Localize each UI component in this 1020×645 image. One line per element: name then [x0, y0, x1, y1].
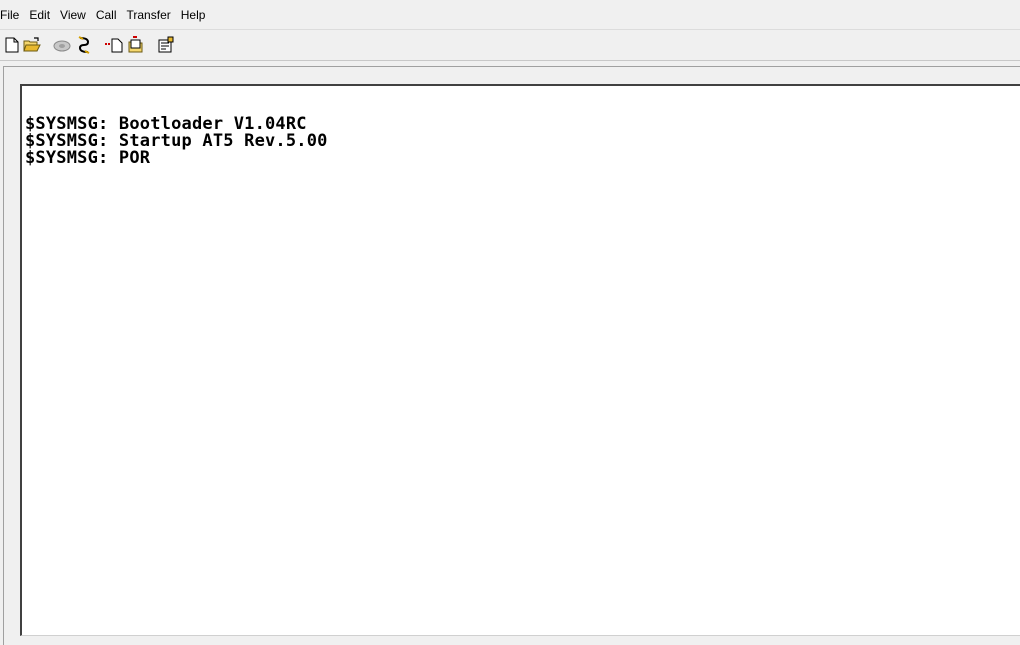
receive-icon: [128, 36, 143, 53]
toolbar: [0, 31, 1020, 61]
menu-help[interactable]: Help: [176, 0, 211, 30]
menu-view[interactable]: View: [55, 0, 91, 30]
menu-edit[interactable]: Edit: [24, 0, 55, 30]
terminal-line: $SYSMSG: POR: [25, 148, 151, 168]
hyperterminal-window: File Edit View Call Transfer Help $SYSMS…: [0, 0, 1020, 645]
open-icon: [23, 37, 41, 52]
terminal-output: $SYSMSG: Bootloader V1.04RC $SYSMSG: Sta…: [25, 116, 328, 167]
terminal-screen[interactable]: $SYSMSG: Bootloader V1.04RC $SYSMSG: Sta…: [20, 84, 1020, 636]
call-icon: [53, 40, 71, 52]
new-button[interactable]: [2, 35, 22, 55]
properties-button[interactable]: [156, 35, 176, 55]
send-icon: [105, 38, 123, 53]
disconnect-button[interactable]: [74, 35, 94, 55]
new-icon: [5, 37, 19, 53]
send-button[interactable]: [104, 35, 124, 55]
menu-call[interactable]: Call: [91, 0, 122, 30]
call-button[interactable]: [52, 35, 72, 55]
receive-button[interactable]: [126, 35, 146, 55]
menu-transfer[interactable]: Transfer: [122, 0, 176, 30]
disconnect-icon: [78, 36, 90, 54]
open-button[interactable]: [22, 35, 42, 55]
menu-bar: File Edit View Call Transfer Help: [0, 0, 1020, 30]
properties-icon: [158, 36, 174, 53]
menu-file[interactable]: File: [0, 0, 24, 30]
